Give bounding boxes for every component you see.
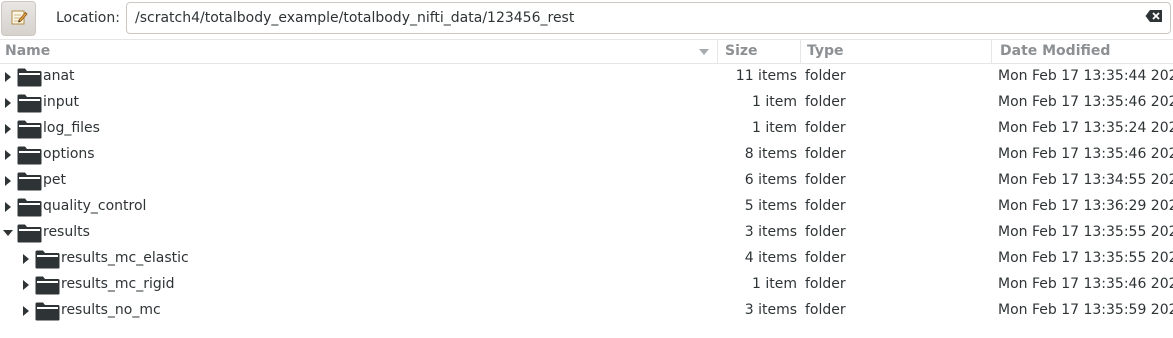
file-name: pet xyxy=(43,172,66,188)
chevron-down-icon[interactable] xyxy=(3,230,13,236)
chevron-right-icon[interactable] xyxy=(23,280,29,290)
chevron-right-icon[interactable] xyxy=(5,150,11,160)
column-header-type-label: Type xyxy=(807,43,844,59)
file-date-modified: Mon Feb 17 13:35:46 2025 xyxy=(998,276,1173,292)
table-row[interactable]: results_mc_elastic 4 items folder Mon Feb 1… xyxy=(0,246,1173,272)
file-name: results_no_mc xyxy=(61,302,161,318)
clear-text-icon xyxy=(1145,9,1163,27)
chevron-right-icon[interactable] xyxy=(5,124,11,134)
file-size: 11 items xyxy=(735,68,797,84)
folder-icon xyxy=(17,120,42,139)
file-type: folder xyxy=(805,276,846,292)
file-size: 1 item xyxy=(752,120,797,136)
chevron-right-icon[interactable] xyxy=(5,72,11,82)
table-row[interactable]: log_files 1 item folder Mon Feb 17 13:35:24… xyxy=(0,116,1173,142)
clear-location-button[interactable] xyxy=(1144,9,1164,27)
file-type: folder xyxy=(805,302,846,318)
file-size: 3 items xyxy=(744,224,797,240)
file-date-modified: Mon Feb 17 13:35:44 2025 xyxy=(998,68,1173,84)
file-name: quality_control xyxy=(43,198,147,214)
file-size: 8 items xyxy=(744,146,797,162)
table-row[interactable]: results 3 items folder Mon Feb 17 13:35:55 … xyxy=(0,220,1173,246)
table-row[interactable]: options 8 items folder Mon Feb 17 13:35:46 … xyxy=(0,142,1173,168)
file-size: 1 item xyxy=(752,94,797,110)
folder-icon xyxy=(17,146,42,165)
table-row[interactable]: pet 6 items folder Mon Feb 17 13:34:55 2025 xyxy=(0,168,1173,194)
chevron-right-icon[interactable] xyxy=(5,202,11,212)
table-row[interactable]: anat 11 items folder Mon Feb 17 13:35:44 20… xyxy=(0,64,1173,90)
file-type: folder xyxy=(805,250,846,266)
file-name: results xyxy=(43,224,90,240)
table-row[interactable]: input 1 item folder Mon Feb 17 13:35:46 202… xyxy=(0,90,1173,116)
file-list: anat 11 items folder Mon Feb 17 13:35:44 20… xyxy=(0,64,1173,324)
chevron-right-icon[interactable] xyxy=(5,98,11,108)
sort-descending-icon xyxy=(699,49,709,55)
folder-icon xyxy=(17,198,42,217)
file-size: 3 items xyxy=(744,302,797,318)
folder-icon xyxy=(17,94,42,113)
table-row[interactable]: quality_control 5 items folder Mon Feb 17 1… xyxy=(0,194,1173,220)
file-size: 6 items xyxy=(744,172,797,188)
folder-icon xyxy=(17,172,42,191)
file-name: input xyxy=(43,94,80,110)
folder-icon xyxy=(17,68,42,87)
folder-icon xyxy=(35,302,60,321)
column-header-date-modified[interactable]: Date Modified xyxy=(993,40,1173,63)
file-name: anat xyxy=(43,68,75,84)
column-header-date-label: Date Modified xyxy=(1000,43,1111,59)
column-header-type[interactable]: Type xyxy=(802,40,992,63)
file-size: 1 item xyxy=(752,276,797,292)
file-date-modified: Mon Feb 17 13:35:24 2025 xyxy=(998,120,1173,136)
folder-icon xyxy=(35,276,60,295)
column-header: Name Size Type Date Modified xyxy=(0,39,1173,64)
location-input[interactable] xyxy=(126,2,1171,34)
file-type: folder xyxy=(805,198,846,214)
file-type: folder xyxy=(805,120,846,136)
column-header-size-label: Size xyxy=(725,43,758,59)
file-date-modified: Mon Feb 17 13:35:55 2025 xyxy=(998,250,1173,266)
file-date-modified: Mon Feb 17 13:35:59 2025 xyxy=(998,302,1173,318)
chevron-right-icon[interactable] xyxy=(23,306,29,316)
file-date-modified: Mon Feb 17 13:34:55 2025 xyxy=(998,172,1173,188)
file-name: log_files xyxy=(43,120,100,136)
chevron-right-icon[interactable] xyxy=(23,254,29,264)
edit-location-button[interactable] xyxy=(1,1,36,36)
file-name: results_mc_rigid xyxy=(61,276,175,292)
file-name: results_mc_elastic xyxy=(61,250,189,266)
file-manager-window: Location: Name Size Type Date Modified xyxy=(0,0,1173,338)
file-size: 5 items xyxy=(744,198,797,214)
location-label: Location: xyxy=(56,10,120,26)
file-name: options xyxy=(43,146,95,162)
edit-pencil-icon xyxy=(10,8,28,30)
chevron-right-icon[interactable] xyxy=(5,176,11,186)
file-date-modified: Mon Feb 17 13:35:46 2025 xyxy=(998,94,1173,110)
table-row[interactable]: results_mc_rigid 1 item folder Mon Feb 17 1… xyxy=(0,272,1173,298)
file-date-modified: Mon Feb 17 13:35:46 2025 xyxy=(998,146,1173,162)
file-date-modified: Mon Feb 17 13:35:55 2025 xyxy=(998,224,1173,240)
column-header-name-label: Name xyxy=(5,43,51,59)
column-header-size[interactable]: Size xyxy=(719,40,801,63)
file-type: folder xyxy=(805,94,846,110)
file-date-modified: Mon Feb 17 13:36:29 2025 xyxy=(998,198,1173,214)
file-type: folder xyxy=(805,224,846,240)
table-row[interactable]: results_no_mc 3 items folder Mon Feb 17 13:… xyxy=(0,298,1173,324)
column-header-name[interactable]: Name xyxy=(0,40,718,63)
folder-icon xyxy=(17,224,42,243)
file-size: 4 items xyxy=(744,250,797,266)
file-type: folder xyxy=(805,68,846,84)
folder-icon xyxy=(35,250,60,269)
location-bar: Location: xyxy=(0,0,1173,38)
file-type: folder xyxy=(805,146,846,162)
file-type: folder xyxy=(805,172,846,188)
